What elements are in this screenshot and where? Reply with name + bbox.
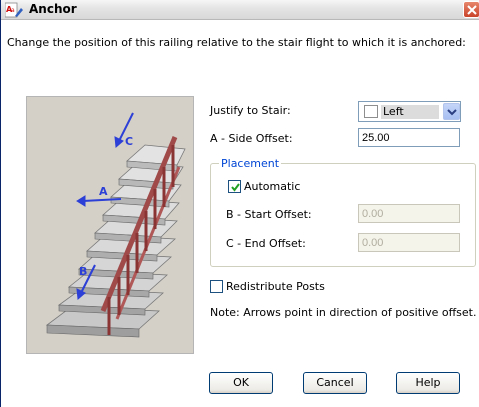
justify-select[interactable]: Left (358, 101, 461, 122)
label-a: A (99, 185, 108, 198)
label-b: B (79, 265, 87, 278)
end-offset-label: C - End Offset: (226, 237, 306, 250)
help-button[interactable]: Help (396, 372, 460, 394)
chevron-down-icon[interactable] (443, 103, 460, 120)
justify-value: Left (381, 105, 439, 119)
title-bar[interactable]: A a Anchor (1, 0, 479, 20)
side-offset-label: A - Side Offset: (210, 132, 293, 145)
app-icon: A a (5, 2, 23, 18)
close-button[interactable] (463, 1, 479, 18)
anchor-dialog: A a Anchor Change the position of this r… (0, 0, 479, 407)
redistribute-posts-label: Redistribute Posts (226, 280, 325, 293)
arrow-note: Note: Arrows point in direction of posit… (210, 306, 477, 319)
instruction-text: Change the position of this railing rela… (7, 36, 466, 49)
side-offset-input[interactable] (358, 128, 460, 147)
automatic-label: Automatic (244, 180, 301, 193)
justify-label: Justify to Stair: (210, 104, 291, 117)
window-title: Anchor (29, 2, 77, 16)
svg-text:a: a (11, 7, 15, 14)
placement-legend: Placement (219, 157, 282, 170)
cancel-button[interactable]: Cancel (303, 372, 367, 394)
stair-preview-image: C A B (26, 96, 194, 354)
stair-railing-illustration: C A B (45, 112, 186, 338)
ok-button[interactable]: OK (209, 372, 273, 394)
checkmark-icon (231, 183, 240, 192)
label-c: C (125, 135, 133, 148)
end-offset-input[interactable] (358, 233, 460, 252)
justify-swatch (364, 105, 378, 118)
redistribute-posts-checkbox[interactable] (210, 280, 223, 293)
start-offset-input[interactable] (358, 204, 460, 223)
close-icon (467, 5, 477, 15)
start-offset-label: B - Start Offset: (226, 208, 312, 221)
automatic-checkbox[interactable] (228, 180, 241, 193)
